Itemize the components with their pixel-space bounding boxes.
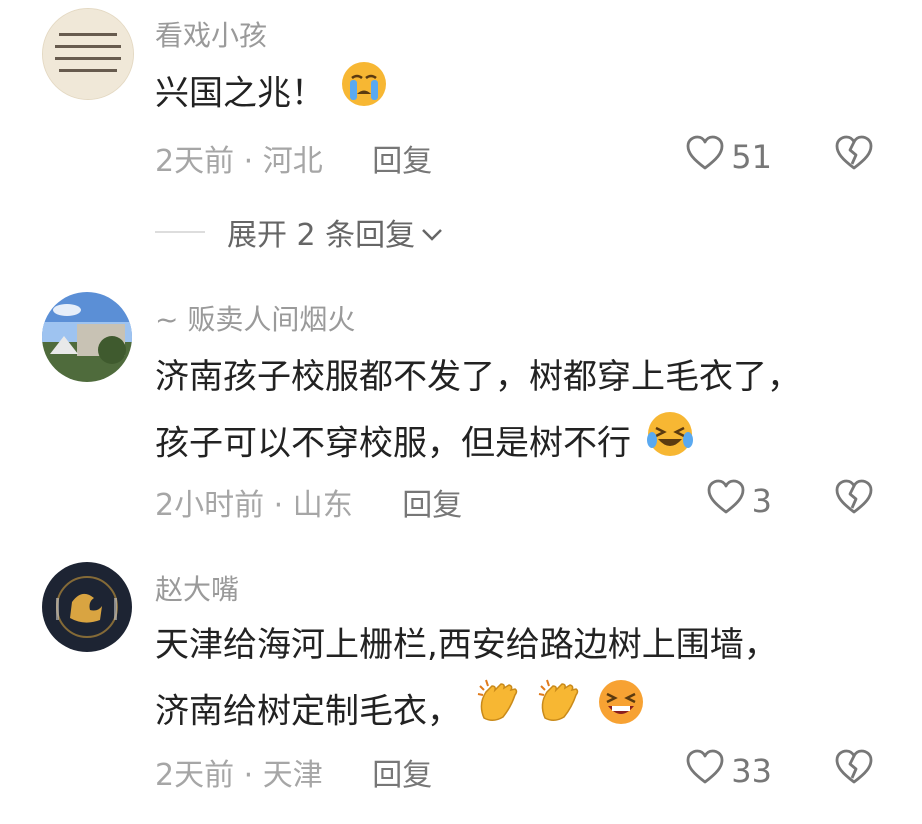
comment-time: 2天前 — [155, 144, 235, 179]
comment-meta: 2小时前 · 山东 回复 — [155, 480, 462, 524]
comment-location: 山东 — [292, 488, 353, 523]
expand-replies-button[interactable]: 展开 2 条回复 — [155, 210, 443, 254]
meta-separator: · — [243, 758, 263, 793]
avatar[interactable] — [42, 8, 134, 100]
comment-line-text: 济南给树定制毛衣， — [155, 691, 461, 732]
laughing-tears-emoji-icon — [646, 410, 694, 480]
dislike-button[interactable] — [834, 134, 874, 176]
broken-heart-icon — [834, 479, 874, 520]
like-count: 3 — [751, 482, 772, 520]
dislike-button[interactable] — [834, 748, 874, 790]
username[interactable]: 赵大嘴 — [155, 568, 239, 608]
comment-location: 河北 — [262, 144, 323, 179]
comment-line: 济南孩子校服都不发了，树都穿上毛衣了， — [155, 357, 801, 397]
comment-meta: 2天前 · 河北 回复 — [155, 136, 432, 180]
like-button[interactable]: 33 — [685, 748, 772, 794]
reply-button[interactable]: 回复 — [372, 144, 432, 179]
meta-separator: · — [243, 144, 263, 179]
comment-location: 天津 — [262, 758, 323, 793]
comment-text: 济南孩子校服都不发了，树都穿上毛衣了， 孩子可以不穿校服，但是树不行 — [155, 344, 801, 480]
comment-text: 天津给海河上栅栏,西安给路边树上围墙， 济南给树定制毛衣， — [155, 612, 778, 748]
avatar[interactable] — [42, 292, 132, 382]
divider — [155, 231, 205, 233]
meta-separator: · — [273, 488, 293, 523]
reply-button[interactable]: 回复 — [372, 758, 432, 793]
like-button[interactable]: 51 — [685, 134, 772, 180]
comment-time: 2小时前 — [155, 488, 265, 523]
like-count: 33 — [731, 752, 772, 790]
clapping-hands-emoji-icon — [537, 678, 583, 748]
crying-face-emoji-icon — [340, 60, 388, 130]
comment-time: 2天前 — [155, 758, 235, 793]
comment-meta: 2天前 · 天津 回复 — [155, 750, 432, 794]
username[interactable]: 看戏小孩 — [155, 14, 267, 54]
chevron-down-icon — [421, 215, 443, 250]
like-count: 51 — [731, 138, 772, 176]
comment-line: 济南给树定制毛衣， — [155, 678, 778, 748]
comment-line-text: 孩子可以不穿校服，但是树不行 — [155, 423, 631, 464]
heart-outline-icon — [706, 478, 746, 524]
reply-button[interactable]: 回复 — [402, 488, 462, 523]
dislike-button[interactable] — [834, 478, 874, 520]
heart-outline-icon — [685, 748, 725, 794]
username[interactable]: ~ 贩卖人间烟火 — [155, 298, 355, 338]
like-button[interactable]: 3 — [706, 478, 772, 524]
comment-line: 天津给海河上栅栏,西安给路边树上围墙， — [155, 625, 778, 665]
avatar[interactable] — [42, 562, 132, 652]
expand-replies-label: 展开 2 条回复 — [227, 218, 416, 253]
clapping-hands-emoji-icon — [476, 678, 522, 748]
comment-line: 孩子可以不穿校服，但是树不行 — [155, 410, 801, 480]
comment-line: 兴国之兆！ — [155, 73, 325, 114]
comment-text: 兴国之兆！ — [155, 60, 388, 130]
broken-heart-icon — [834, 749, 874, 790]
heart-outline-icon — [685, 134, 725, 180]
broken-heart-icon — [834, 135, 874, 176]
grinning-squint-emoji-icon — [597, 678, 645, 748]
